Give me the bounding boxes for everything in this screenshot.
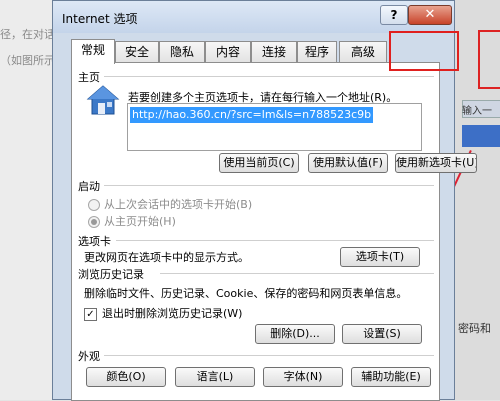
radio-button[interactable] bbox=[88, 216, 100, 228]
checkbox[interactable]: ✓ bbox=[84, 307, 97, 321]
radio-label: 从上次会话中的选项卡开始(B) bbox=[104, 198, 253, 211]
radio-label: 从主页开始(H) bbox=[104, 215, 176, 228]
radio-last-session[interactable]: 从上次会话中的选项卡开始(B) bbox=[88, 196, 252, 212]
internet-options-dialog: Internet 选项 ? ✕ 常规 安全 隐私 内容 连接 程序 高级 主页 … bbox=[52, 0, 477, 401]
background-annotation bbox=[478, 30, 500, 89]
background-selection bbox=[462, 125, 500, 147]
tabs-description: 更改网页在选项卡中的显示方式。 bbox=[84, 251, 249, 264]
section-divider bbox=[104, 355, 434, 356]
tabs-settings-button[interactable]: 选项卡(T) bbox=[340, 247, 420, 267]
languages-button[interactable]: 语言(L) bbox=[175, 367, 255, 387]
radio-homepage[interactable]: 从主页开始(H) bbox=[88, 213, 176, 229]
history-description: 删除临时文件、历史记录、Cookie、保存的密码和网页表单信息。 bbox=[84, 287, 408, 300]
history-section-label: 浏览历史记录 bbox=[78, 268, 144, 281]
background-text: （如图所示 bbox=[0, 54, 55, 67]
delete-history-button[interactable]: 删除(D)... bbox=[255, 324, 335, 344]
checkbox-label: 退出时删除浏览历史记录(W) bbox=[102, 307, 243, 320]
use-new-tab-button[interactable]: 使用新选项卡(U) bbox=[395, 153, 477, 173]
history-settings-button[interactable]: 设置(S) bbox=[342, 324, 422, 344]
appearance-section-label: 外观 bbox=[78, 350, 100, 363]
house-icon bbox=[86, 85, 120, 115]
close-button[interactable]: ✕ bbox=[408, 5, 452, 25]
section-divider bbox=[104, 76, 434, 77]
use-default-button[interactable]: 使用默认值(F) bbox=[308, 153, 388, 173]
tab-privacy[interactable]: 隐私 bbox=[159, 41, 205, 62]
tab-connections[interactable]: 连接 bbox=[251, 41, 297, 62]
section-divider bbox=[116, 240, 434, 241]
startup-section-label: 启动 bbox=[78, 180, 100, 193]
tabs-section-label: 选项卡 bbox=[78, 235, 111, 248]
homepage-url-input[interactable]: http://hao.360.cn/?src=lm&ls=n788523c9b bbox=[127, 103, 422, 151]
dialog-title: Internet 选项 bbox=[62, 12, 138, 26]
general-tab-panel: 主页 若要创建多个主页选项卡，请在每行输入一个地址(R)。 http://hao… bbox=[71, 62, 477, 401]
delete-on-exit-checkbox[interactable]: ✓ 退出时删除浏览历史记录(W) bbox=[84, 305, 242, 321]
tab-general[interactable]: 常规 bbox=[71, 39, 115, 64]
section-divider bbox=[104, 185, 434, 186]
tab-content[interactable]: 内容 bbox=[205, 41, 251, 62]
fonts-button[interactable]: 字体(N) bbox=[263, 367, 343, 387]
homepage-url-text: http://hao.360.cn/?src=lm&ls=n788523c9b bbox=[130, 107, 374, 123]
highlight-annotation bbox=[389, 31, 459, 71]
background-text: 输入一 bbox=[462, 106, 492, 117]
tab-programs[interactable]: 程序 bbox=[297, 41, 337, 62]
background-text: 径，在对话 bbox=[0, 28, 55, 41]
tab-security[interactable]: 安全 bbox=[115, 41, 159, 62]
use-current-button[interactable]: 使用当前页(C) bbox=[219, 153, 299, 173]
background-text: 密码和 bbox=[458, 322, 491, 335]
help-button[interactable]: ? bbox=[380, 5, 408, 25]
section-divider bbox=[160, 273, 434, 274]
accessibility-button[interactable]: 辅助功能(E) bbox=[351, 367, 431, 387]
colors-button[interactable]: 颜色(O) bbox=[86, 367, 166, 387]
radio-button[interactable] bbox=[88, 199, 100, 211]
tab-advanced[interactable]: 高级 bbox=[339, 41, 387, 62]
title-bar[interactable]: Internet 选项 ? ✕ bbox=[53, 1, 454, 33]
